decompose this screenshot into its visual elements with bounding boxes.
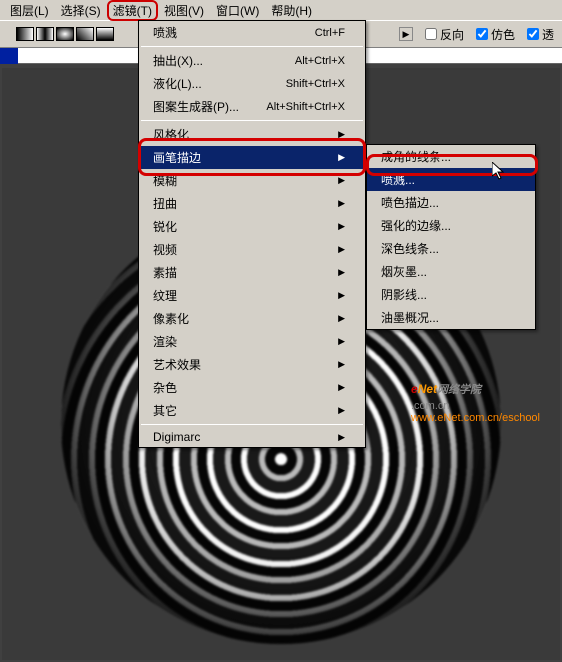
menu-stylize[interactable]: 风格化▶	[139, 123, 365, 146]
chevron-right-icon: ▶	[338, 198, 345, 209]
sub-sprayed-strokes[interactable]: 喷色描边...	[367, 191, 535, 214]
menu-render[interactable]: 渲染▶	[139, 330, 365, 353]
brush-strokes-submenu: 成角的线条... 喷溅... 喷色描边... 强化的边缘... 深色线条... …	[366, 144, 536, 330]
menu-liquify[interactable]: 液化(L)...Shift+Ctrl+X	[139, 72, 365, 95]
reverse-checkbox[interactable]: 反向	[425, 26, 464, 43]
dither-label: 仿色	[491, 26, 515, 43]
chevron-right-icon: ▶	[338, 405, 345, 416]
gradient-linear[interactable]	[16, 27, 34, 41]
menu-video[interactable]: 视频▶	[139, 238, 365, 261]
chevron-right-icon: ▶	[338, 313, 345, 324]
menubar: 图层(L) 选择(S) 滤镜(T) 视图(V) 窗口(W) 帮助(H)	[0, 0, 562, 20]
menu-digimarc[interactable]: Digimarc▶	[139, 427, 365, 447]
separator	[141, 120, 363, 121]
chevron-right-icon: ▶	[338, 432, 345, 443]
chevron-right-icon: ▶	[338, 359, 345, 370]
menu-sharpen[interactable]: 锐化▶	[139, 215, 365, 238]
menu-brush-strokes[interactable]: 画笔描边▶	[139, 146, 365, 169]
chevron-right-icon: ▶	[338, 290, 345, 301]
menu-sketch[interactable]: 素描▶	[139, 261, 365, 284]
gradient-presets	[16, 27, 114, 41]
chevron-right-icon: ▶	[338, 382, 345, 393]
menu-view[interactable]: 视图(V)	[158, 0, 210, 21]
chevron-right-icon: ▶	[338, 152, 345, 163]
filter-dropdown: 喷溅 Ctrl+F 抽出(X)...Alt+Ctrl+X 液化(L)...Shi…	[138, 20, 366, 448]
separator	[141, 424, 363, 425]
trans-checkbox[interactable]: 透	[527, 26, 554, 43]
gradient-reflected[interactable]	[36, 27, 54, 41]
gradient-diamond[interactable]	[96, 27, 114, 41]
menu-noise[interactable]: 杂色▶	[139, 376, 365, 399]
last-filter-shortcut: Ctrl+F	[315, 27, 345, 39]
chevron-right-icon: ▶	[338, 221, 345, 232]
trans-label: 透	[542, 26, 554, 43]
menu-layer[interactable]: 图层(L)	[4, 0, 55, 21]
menu-distort[interactable]: 扭曲▶	[139, 192, 365, 215]
menu-pixelate[interactable]: 像素化▶	[139, 307, 365, 330]
sub-sumi-e[interactable]: 烟灰墨...	[367, 260, 535, 283]
menu-extract[interactable]: 抽出(X)...Alt+Ctrl+X	[139, 49, 365, 72]
menu-select[interactable]: 选择(S)	[55, 0, 107, 21]
menu-pattern-maker[interactable]: 图案生成器(P)...Alt+Shift+Ctrl+X	[139, 95, 365, 118]
gradient-angle[interactable]	[76, 27, 94, 41]
menu-last-filter[interactable]: 喷溅 Ctrl+F	[139, 21, 365, 44]
chevron-right-icon: ▶	[338, 336, 345, 347]
chevron-right-icon: ▶	[338, 129, 345, 140]
chevron-right-icon: ▶	[338, 175, 345, 186]
play-icon[interactable]: ▶	[399, 27, 413, 41]
sub-crosshatch[interactable]: 阴影线...	[367, 283, 535, 306]
dither-checkbox[interactable]: 仿色	[476, 26, 515, 43]
chevron-right-icon: ▶	[338, 267, 345, 278]
menu-artistic[interactable]: 艺术效果▶	[139, 353, 365, 376]
reverse-label: 反向	[440, 26, 464, 43]
menu-filter[interactable]: 滤镜(T)	[107, 0, 158, 21]
chevron-right-icon: ▶	[338, 244, 345, 255]
sub-ink-outlines[interactable]: 油墨概况...	[367, 306, 535, 329]
sub-angled-strokes[interactable]: 成角的线条...	[367, 145, 535, 168]
sub-accented-edges[interactable]: 强化的边缘...	[367, 214, 535, 237]
menu-texture[interactable]: 纹理▶	[139, 284, 365, 307]
sub-dark-strokes[interactable]: 深色线条...	[367, 237, 535, 260]
sub-spatter[interactable]: 喷溅...	[367, 168, 535, 191]
menu-help[interactable]: 帮助(H)	[265, 0, 318, 21]
menu-window[interactable]: 窗口(W)	[210, 0, 265, 21]
separator	[141, 46, 363, 47]
last-filter-label: 喷溅	[153, 24, 177, 41]
menu-other[interactable]: 其它▶	[139, 399, 365, 422]
gradient-radial[interactable]	[56, 27, 74, 41]
menu-blur[interactable]: 模糊▶	[139, 169, 365, 192]
